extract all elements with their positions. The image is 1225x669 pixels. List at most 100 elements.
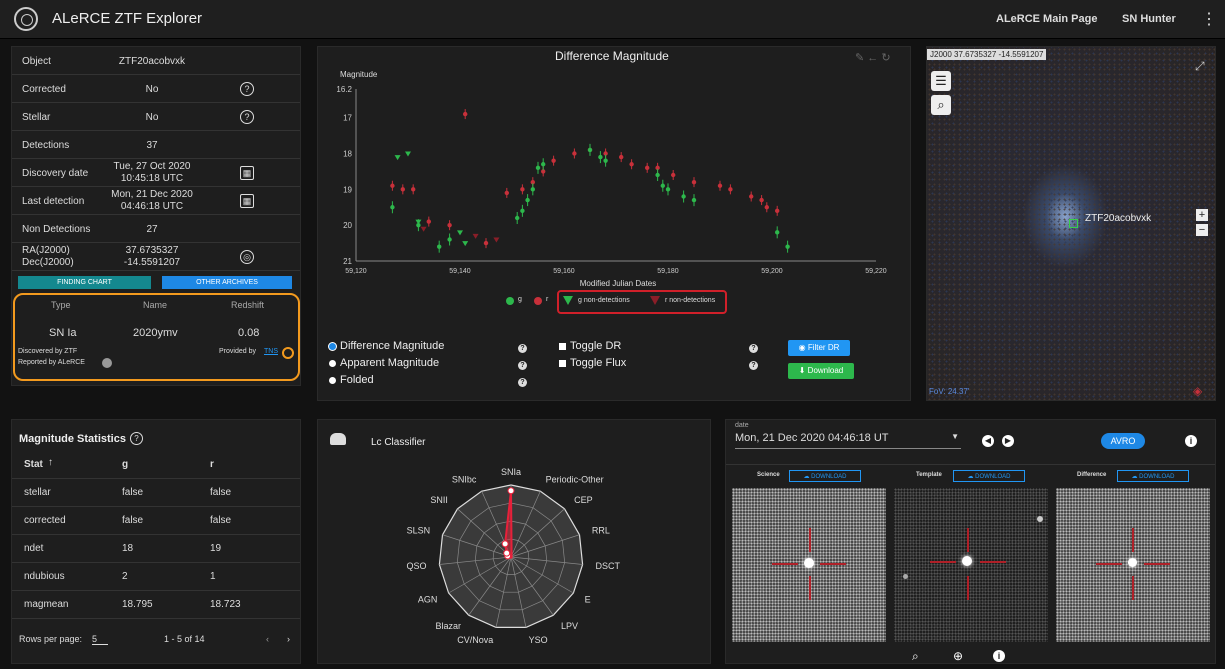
r-point: [645, 165, 650, 171]
header-g[interactable]: g: [122, 459, 128, 470]
layers-icon[interactable]: ☰: [931, 71, 951, 91]
tns-link[interactable]: TNS: [264, 348, 278, 355]
alerce-logo[interactable]: [14, 7, 38, 31]
r-point: [447, 222, 452, 228]
lightcurve-chart[interactable]: 16.2 17 18 19 20 21 59,120 59,140 59,160 59,180 59…: [318, 65, 912, 325]
help-icon[interactable]: ?: [240, 110, 254, 124]
tns-redshift: 0.08: [238, 327, 260, 339]
info-icon[interactable]: i: [1185, 435, 1197, 447]
target-marker: [1069, 219, 1078, 228]
zoom-out-button[interactable]: −: [1196, 224, 1208, 236]
x-tick-label: 59,140: [449, 268, 471, 275]
download-button[interactable]: ⬇ Download: [788, 363, 854, 379]
table-cell: false: [210, 487, 232, 498]
ra-label: RA(J2000): [22, 245, 70, 256]
globe-icon[interactable]: ◎: [240, 250, 254, 264]
detections-label: Detections: [22, 140, 70, 151]
header-r[interactable]: r: [210, 459, 214, 470]
fullscreen-icon[interactable]: ⤢: [1195, 59, 1205, 74]
science-download-button[interactable]: ☁ DOWNLOAD: [789, 470, 861, 482]
zoom-in-button[interactable]: +: [1196, 209, 1208, 221]
legend-r-nondet-label: r non-detections: [665, 297, 716, 304]
search-icon[interactable]: ⌕: [931, 95, 951, 115]
header-stat[interactable]: Stat: [24, 459, 43, 470]
option-apparent-magnitude[interactable]: Apparent Magnitude: [329, 357, 439, 369]
help-icon[interactable]: ?: [518, 344, 527, 353]
option-folded[interactable]: Folded: [329, 374, 374, 386]
filter-dr-button[interactable]: ◉ Filter DR: [788, 340, 850, 356]
r-point: [551, 158, 556, 163]
science-label: Science: [757, 472, 780, 478]
template-stamp[interactable]: [894, 488, 1048, 642]
help-icon[interactable]: ?: [749, 344, 758, 353]
classifier-panel: Lc Classifier SNIa Periodic-Other CEP RRL DS…: [317, 419, 711, 664]
object-row: Object ZTF20acobvxk: [12, 47, 300, 75]
crosshair-icon[interactable]: ⊕: [953, 649, 963, 663]
non-detections-label: Non Detections: [22, 224, 91, 235]
zoom-icon[interactable]: ⌕: [912, 649, 919, 664]
aladin-sky-view[interactable]: J2000 37.6735327 -14.5591207 ☰ ⌕ ⤢ ZTF20…: [926, 46, 1216, 401]
tns-provided: Provided by: [219, 348, 256, 355]
table-cell: stellar: [24, 487, 51, 498]
y-tick-label: 21: [343, 257, 352, 266]
prev-date-icon[interactable]: ◀: [982, 435, 994, 447]
next-date-icon[interactable]: ▶: [1002, 435, 1014, 447]
finding-chart-button[interactable]: FINDING CHART: [18, 276, 151, 289]
help-icon[interactable]: ?: [130, 432, 143, 445]
template-download-button[interactable]: ☁ DOWNLOAD: [953, 470, 1025, 482]
calendar-icon[interactable]: ▦: [240, 166, 254, 180]
sort-arrow-icon[interactable]: ↑: [48, 457, 53, 468]
calendar-icon[interactable]: ▦: [240, 194, 254, 208]
legend-g-nondet-icon[interactable]: [563, 296, 573, 305]
tns-discovered: Discovered by ZTF: [18, 348, 78, 355]
table-cell: 2: [122, 571, 128, 582]
g-point: [681, 194, 686, 199]
legend-r-icon[interactable]: [534, 297, 542, 305]
help-icon[interactable]: ?: [518, 361, 527, 370]
nav-sn-hunter[interactable]: SN Hunter: [1122, 13, 1176, 25]
prev-page-icon[interactable]: ‹: [266, 634, 269, 644]
r-point: [759, 197, 764, 203]
g-point: [515, 215, 520, 221]
difference-stamp[interactable]: [1056, 488, 1210, 642]
g-point: [598, 154, 603, 160]
r-point: [728, 187, 733, 192]
toggle-flux[interactable]: Toggle Flux: [559, 357, 626, 369]
g-point: [603, 158, 608, 163]
aladin-coords: J2000 37.6735327 -14.5591207: [927, 49, 1047, 60]
x-tick-label: 59,160: [553, 268, 575, 275]
rows-per-page-select[interactable]: 5: [92, 634, 108, 645]
next-page-icon[interactable]: ›: [287, 634, 290, 644]
g-point: [587, 147, 593, 153]
science-stamp[interactable]: [732, 488, 886, 642]
r-point: [671, 172, 676, 178]
radar-class-label: CEP: [574, 495, 593, 505]
nav-main-page[interactable]: ALeRCE Main Page: [996, 13, 1097, 25]
info-icon[interactable]: i: [993, 650, 1005, 662]
legend-g-label: g: [518, 296, 522, 303]
toggle-dr[interactable]: Toggle DR: [559, 340, 621, 352]
help-icon[interactable]: ?: [749, 361, 758, 370]
option-difference-magnitude[interactable]: Difference Magnitude: [329, 340, 444, 352]
corrected-label: Corrected: [22, 84, 66, 95]
table-row: stellar false false: [12, 478, 300, 507]
help-icon[interactable]: ?: [518, 378, 527, 387]
table-row: corrected false false: [12, 506, 300, 535]
g-point: [691, 197, 697, 203]
chart-toolbar-icons[interactable]: ✎ ← ↻: [855, 51, 891, 64]
last-detection-date: Mon, 21 Dec 2020: [111, 189, 193, 200]
avro-button[interactable]: AVRO: [1101, 433, 1145, 449]
help-icon[interactable]: ?: [240, 82, 254, 96]
other-archives-button[interactable]: OTHER ARCHIVES: [162, 276, 292, 289]
classifier-radar-chart[interactable]: SNIa Periodic-Other CEP RRL DSCT E LPV YSO CV/No…: [318, 465, 712, 655]
difference-download-button[interactable]: ☁ DOWNLOAD: [1117, 470, 1189, 482]
mag-stats-panel: Magnitude Statistics ? Stat ↑ g r stella…: [11, 419, 301, 664]
table-cell: 19: [210, 543, 222, 554]
tns-name: 2020ymv: [133, 327, 178, 339]
date-select[interactable]: Mon, 21 Dec 2020 04:46:18 UT ▼: [735, 432, 961, 449]
tns-box: Type Name Redshift SN Ia 2020ymv 0.08 Di…: [13, 293, 300, 381]
more-vert-icon[interactable]: ⋮: [1201, 9, 1217, 29]
legend-g-icon[interactable]: [506, 297, 514, 305]
y-tick-label: 19: [343, 185, 352, 194]
legend-r-nondet-icon[interactable]: [650, 296, 660, 305]
